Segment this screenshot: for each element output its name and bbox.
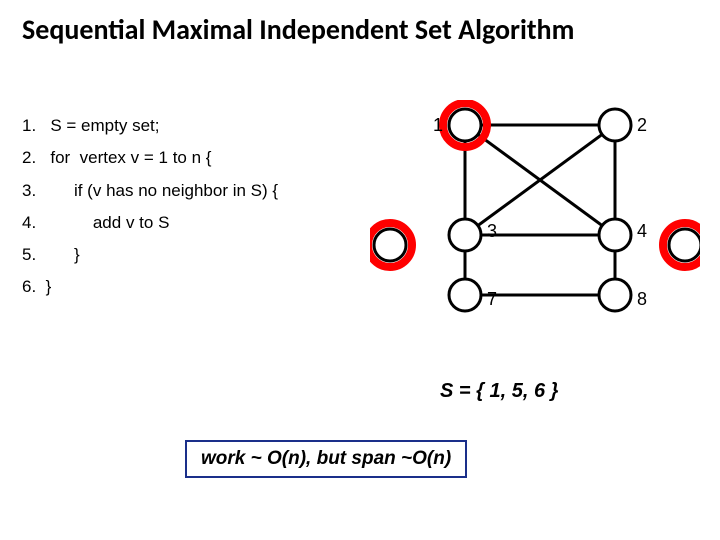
graph-node: [449, 109, 481, 141]
graph-node: [449, 219, 481, 251]
result-set: S = { 1, 5, 6 }: [440, 380, 558, 403]
graph-node: [599, 219, 631, 251]
graph-node: [449, 279, 481, 311]
graph-node: [374, 229, 406, 261]
graph-node-label: 8: [637, 289, 647, 309]
algorithm-listing: 1. S = empty set; 2. for vertex v = 1 to…: [22, 110, 278, 304]
graph-node-label: 7: [487, 289, 497, 309]
graph-node-label: 4: [637, 221, 647, 241]
graph-node: [599, 279, 631, 311]
algo-line-4: 4. add v to S: [22, 207, 278, 239]
complexity-box: work ~ O(n), but span ~O(n): [185, 440, 467, 478]
graph-node-label: 2: [637, 115, 647, 135]
algo-line-5: 5. }: [22, 239, 278, 271]
graph-node-label: 1: [433, 115, 443, 135]
graph-node: [599, 109, 631, 141]
algo-line-3: 3. if (v has no neighbor in S) {: [22, 175, 278, 207]
algo-line-2: 2. for vertex v = 1 to n {: [22, 142, 278, 174]
slide-title: Sequential Maximal Independent Set Algor…: [22, 12, 574, 47]
algo-line-1: 1. S = empty set;: [22, 110, 278, 142]
graph-diagram: 12345678: [370, 100, 700, 350]
graph-node-label: 3: [487, 221, 497, 241]
algo-line-6: 6. }: [22, 271, 278, 303]
graph-node: [669, 229, 700, 261]
